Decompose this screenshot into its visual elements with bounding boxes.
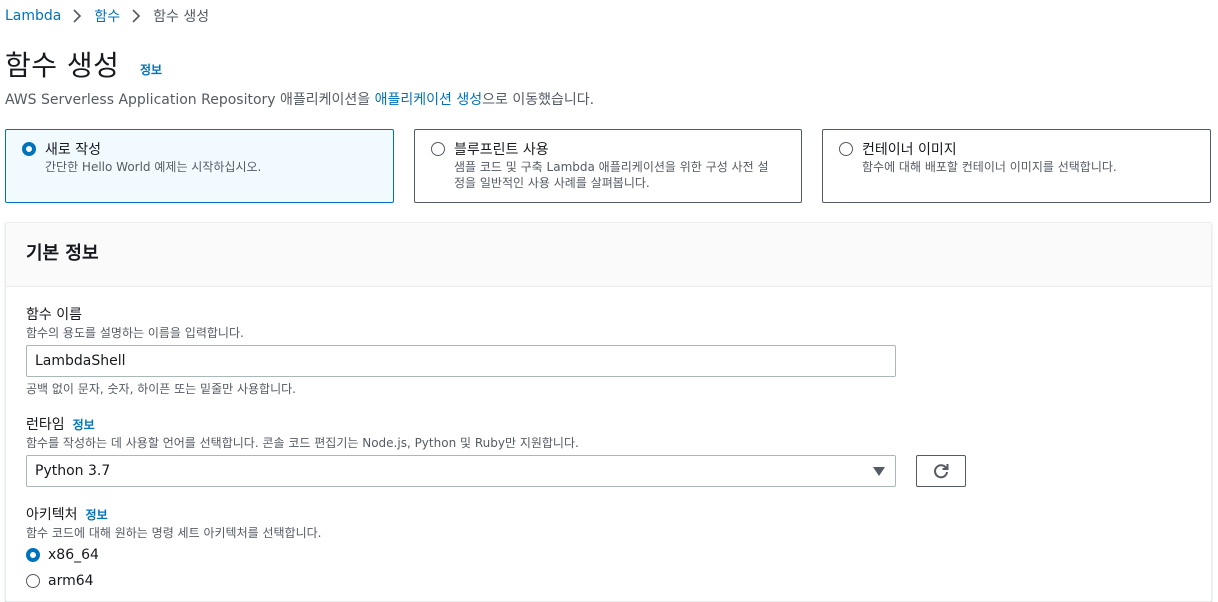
runtime-info-link[interactable]: 정보: [73, 418, 95, 432]
architecture-info-link[interactable]: 정보: [86, 508, 108, 522]
option-author-from-scratch[interactable]: 새로 작성 간단한 Hello World 예제는 시작하십시오.: [5, 129, 394, 203]
architecture-desc: 함수 코드에 대해 원하는 명령 세트 아키텍처를 선택합니다.: [26, 526, 322, 540]
option-desc-line: 정을 일반적인 사용 사례를 살펴봅니다.: [454, 176, 650, 190]
refresh-icon: [934, 464, 949, 479]
runtime-label-text: 런타임: [26, 417, 65, 433]
architecture-option-arm64[interactable]: arm64: [26, 573, 94, 589]
breadcrumb: Lambda 함수 함수 생성: [5, 6, 209, 26]
architecture-option-x86_64[interactable]: x86_64: [26, 547, 99, 563]
option-title: 컨테이너 이미지: [862, 142, 957, 158]
runtime-desc: 함수를 작성하는 데 사용할 언어를 선택합니다. 콘솔 코드 편집기는 Nod…: [26, 436, 579, 450]
refresh-button[interactable]: [916, 455, 966, 487]
radio-selected[interactable]: [26, 548, 40, 562]
chevron-right-icon: [132, 9, 141, 23]
radio-selected[interactable]: [22, 142, 36, 156]
function-name-desc: 함수의 용도를 설명하는 이름을 입력합니다.: [26, 326, 244, 340]
radio-unselected[interactable]: [26, 574, 40, 588]
breadcrumb-lambda-link[interactable]: Lambda: [5, 8, 61, 24]
subtitle-text: AWS Serverless Application Repository 애플…: [5, 92, 375, 108]
info-link[interactable]: 정보: [140, 61, 162, 78]
architecture-option-label: arm64: [48, 573, 94, 589]
chevron-right-icon: [73, 9, 82, 23]
runtime-select-value: Python 3.7: [35, 463, 111, 479]
option-desc-line: 샘플 코드 및 구축 Lambda 애플리케이션을 위한 구성 사전 설: [454, 160, 769, 174]
panel-header: 기본 정보: [6, 223, 1211, 287]
architecture-option-label: x86_64: [48, 547, 99, 563]
panel-title: 기본 정보: [26, 243, 99, 264]
radio-unselected[interactable]: [839, 142, 853, 156]
architecture-label: 아키텍처 정보: [26, 504, 108, 524]
create-application-link[interactable]: 애플리케이션 생성: [375, 92, 483, 108]
breadcrumb-functions-link[interactable]: 함수: [94, 6, 120, 26]
basic-info-panel: 기본 정보 함수 이름 함수의 용도를 설명하는 이름을 입력합니다. 공백 없…: [5, 222, 1212, 602]
caret-down-icon: [873, 467, 885, 476]
option-use-blueprint[interactable]: 블루프린트 사용 샘플 코드 및 구축 Lambda 애플리케이션을 위한 구성…: [414, 129, 802, 203]
option-desc: 간단한 Hello World 예제는 시작하십시오.: [45, 160, 262, 174]
option-container-image[interactable]: 컨테이너 이미지 함수에 대해 배포할 컨테이너 이미지를 선택합니다.: [822, 129, 1211, 203]
option-title: 블루프린트 사용: [454, 142, 549, 158]
subtitle-suffix: 으로 이동했습니다.: [482, 92, 595, 108]
option-title: 새로 작성: [45, 142, 101, 158]
runtime-select[interactable]: Python 3.7: [26, 455, 896, 487]
function-name-input[interactable]: [26, 345, 896, 377]
option-desc: 함수에 대해 배포할 컨테이너 이미지를 선택합니다.: [862, 160, 1117, 174]
architecture-label-text: 아키텍처: [26, 507, 78, 523]
function-name-label: 함수 이름: [26, 307, 82, 323]
page-subtitle: AWS Serverless Application Repository 애플…: [5, 89, 594, 109]
option-desc: 샘플 코드 및 구축 Lambda 애플리케이션을 위한 구성 사전 설정을 일…: [454, 159, 769, 191]
radio-unselected[interactable]: [431, 142, 445, 156]
function-name-hint: 공백 없이 문자, 숫자, 하이픈 또는 밑줄만 사용합니다.: [26, 382, 296, 396]
runtime-label: 런타임 정보: [26, 414, 95, 434]
page-title: 함수 생성: [5, 49, 120, 82]
breadcrumb-current: 함수 생성: [153, 9, 210, 25]
